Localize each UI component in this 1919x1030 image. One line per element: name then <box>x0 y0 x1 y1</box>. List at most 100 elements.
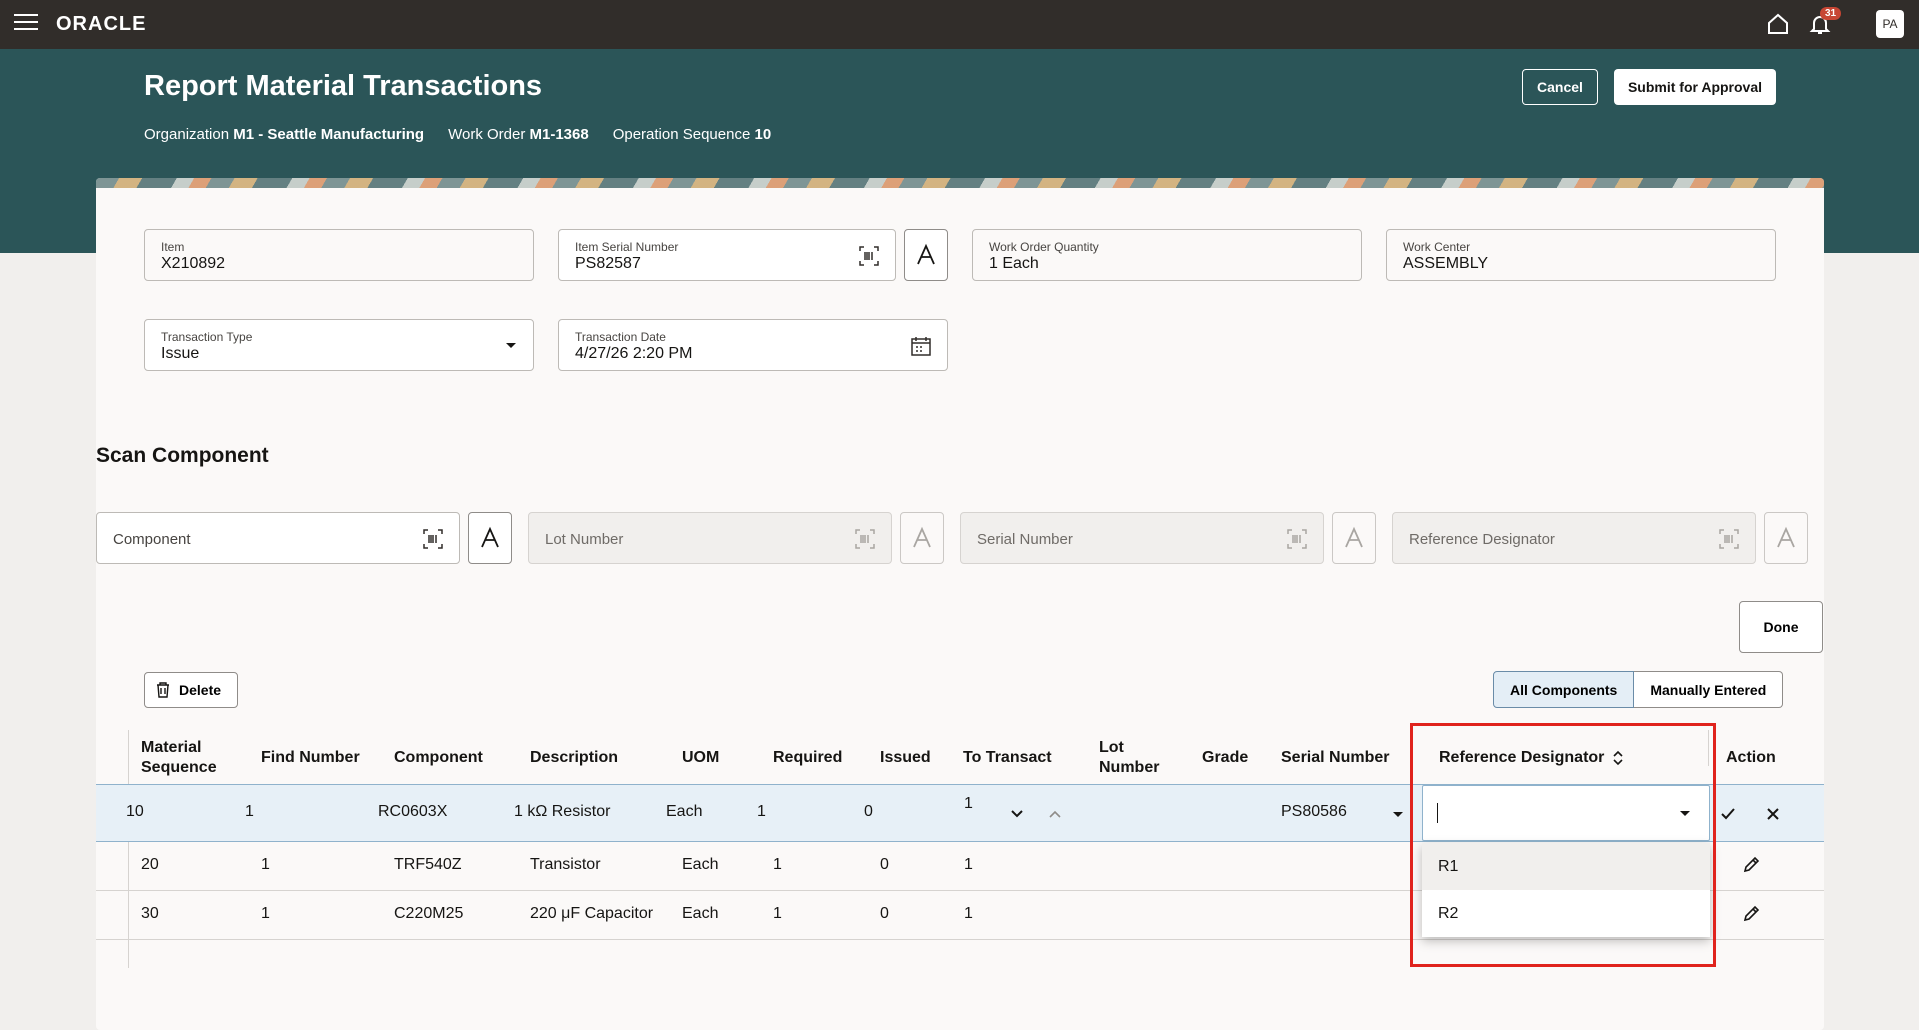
menu-icon[interactable] <box>14 14 38 34</box>
serial-number-scan-input: Serial Number <box>960 512 1324 564</box>
column-header-serial-number[interactable]: Serial Number <box>1281 748 1389 768</box>
font-icon <box>481 526 499 548</box>
cancel-button[interactable]: Cancel <box>1522 69 1598 105</box>
cell-material-sequence: 20 <box>141 856 159 873</box>
cell-issued: 0 <box>880 905 889 922</box>
global-header: ORACLE 31 PA <box>0 0 1919 49</box>
field-placeholder: Serial Number <box>977 531 1073 548</box>
column-header-grade[interactable]: Grade <box>1202 748 1248 768</box>
column-header-action: Action <box>1726 749 1776 766</box>
checkmark-icon[interactable] <box>1720 807 1736 821</box>
calendar-icon[interactable] <box>911 336 931 356</box>
font-icon <box>1777 526 1795 548</box>
barcode-scan-icon[interactable] <box>423 529 443 549</box>
cell-component: C220M25 <box>394 905 464 922</box>
cell-description: 1 kΩ Resistor <box>514 803 611 820</box>
close-icon[interactable] <box>1766 807 1780 821</box>
context-value: M1-1368 <box>529 126 589 143</box>
context-operation-sequence: Operation Sequence 10 <box>613 126 771 143</box>
serial-text-mode-button <box>1332 512 1376 564</box>
all-components-toggle[interactable]: All Components <box>1493 671 1635 708</box>
column-header-issued[interactable]: Issued <box>880 748 931 768</box>
dropdown-arrow-icon[interactable] <box>505 342 517 350</box>
field-label: Transaction Date <box>575 330 666 344</box>
field-placeholder: Reference Designator <box>1409 531 1555 548</box>
item-serial-number-field[interactable]: Item Serial Number PS82587 <box>558 229 896 281</box>
field-label: Item Serial Number <box>575 240 679 254</box>
font-icon <box>913 526 931 548</box>
cell-uom: Each <box>666 803 703 820</box>
field-placeholder: Lot Number <box>545 531 624 548</box>
edit-pencil-icon[interactable] <box>1742 905 1760 923</box>
header-line: Lot <box>1099 739 1124 756</box>
cell-to-transact[interactable]: 1 <box>964 795 973 813</box>
column-header-lot-number[interactable]: Lot Number <box>1099 738 1159 778</box>
cell-issued: 0 <box>880 856 889 873</box>
cell-to-transact: 1 <box>964 856 973 873</box>
cell-issued: 0 <box>864 803 873 820</box>
header-line: Sequence <box>141 759 217 776</box>
delete-button[interactable]: Delete <box>144 672 238 708</box>
column-header-description[interactable]: Description <box>530 748 618 768</box>
chevron-down-icon[interactable] <box>1010 809 1024 819</box>
reference-designator-scan-input: Reference Designator <box>1392 512 1756 564</box>
work-order-quantity-field: Work Order Quantity 1 Each <box>972 229 1362 281</box>
barcode-scan-icon <box>1287 529 1307 549</box>
header-line: Material <box>141 739 202 756</box>
cell-material-sequence: 30 <box>141 905 159 922</box>
field-value: X210892 <box>161 255 226 272</box>
lot-text-mode-button <box>900 512 944 564</box>
component-text-mode-button[interactable] <box>468 512 512 564</box>
cell-component: TRF540Z <box>394 856 462 873</box>
transaction-type-select[interactable]: Transaction Type Issue <box>144 319 534 371</box>
manually-entered-toggle[interactable]: Manually Entered <box>1634 671 1784 708</box>
cell-material-sequence: 10 <box>126 803 144 820</box>
cell-uom: Each <box>682 905 719 922</box>
text-input-mode-button[interactable] <box>904 229 948 281</box>
context-label: Operation Sequence <box>612 126 751 143</box>
cell-required: 1 <box>773 856 782 873</box>
column-header-find-number[interactable]: Find Number <box>261 748 360 768</box>
cell-uom: Each <box>682 856 719 873</box>
done-button[interactable]: Done <box>1739 601 1823 653</box>
cell-find-number: 1 <box>261 905 270 922</box>
font-icon <box>917 243 935 265</box>
context-value: 10 <box>754 126 772 143</box>
field-value: 4/27/26 2:20 PM <box>575 345 693 362</box>
work-center-field: Work Center ASSEMBLY <box>1386 229 1776 281</box>
field-placeholder: Component <box>113 531 191 548</box>
page-title: Report Material Transactions <box>144 70 543 102</box>
home-icon[interactable] <box>1766 12 1790 36</box>
cell-description: Transistor <box>530 856 601 873</box>
column-header-uom[interactable]: UOM <box>682 748 719 768</box>
scan-component-heading: Scan Component <box>96 444 269 467</box>
refdes-text-mode-button <box>1764 512 1808 564</box>
cell-to-transact: 1 <box>964 905 973 922</box>
component-filter-toggle: All Components Manually Entered <box>1493 671 1784 708</box>
chevron-up-icon[interactable] <box>1048 809 1062 819</box>
column-header-to-transact[interactable]: To Transact <box>963 748 1052 768</box>
column-header-material-sequence[interactable]: Material Sequence <box>141 738 217 778</box>
submit-for-approval-button[interactable]: Submit for Approval <box>1614 69 1776 105</box>
cell-find-number: 1 <box>245 803 254 820</box>
component-scan-input[interactable]: Component <box>96 512 460 564</box>
context-info: Organization M1 - Seattle Manufacturing … <box>144 126 771 143</box>
highlight-annotation-box <box>1410 723 1716 967</box>
edit-pencil-icon[interactable] <box>1742 856 1760 874</box>
field-label: Transaction Type <box>161 330 253 344</box>
trash-icon <box>157 682 169 698</box>
column-header-required[interactable]: Required <box>773 748 842 768</box>
dropdown-arrow-icon[interactable] <box>1392 811 1404 819</box>
context-work-order: Work Order M1-1368 <box>448 126 589 143</box>
column-header-component[interactable]: Component <box>394 748 483 768</box>
user-avatar[interactable]: PA <box>1876 10 1904 38</box>
transaction-date-field[interactable]: Transaction Date 4/27/26 2:20 PM <box>558 319 948 371</box>
notification-count-badge: 31 <box>1820 7 1842 20</box>
field-value: 1 Each <box>989 255 1039 272</box>
cell-serial-number[interactable]: PS80586 <box>1281 803 1347 821</box>
field-value: ASSEMBLY <box>1403 255 1489 272</box>
oracle-logo: ORACLE <box>56 13 147 35</box>
cell-required: 1 <box>757 803 766 820</box>
cell-required: 1 <box>773 905 782 922</box>
barcode-scan-icon[interactable] <box>859 246 879 266</box>
